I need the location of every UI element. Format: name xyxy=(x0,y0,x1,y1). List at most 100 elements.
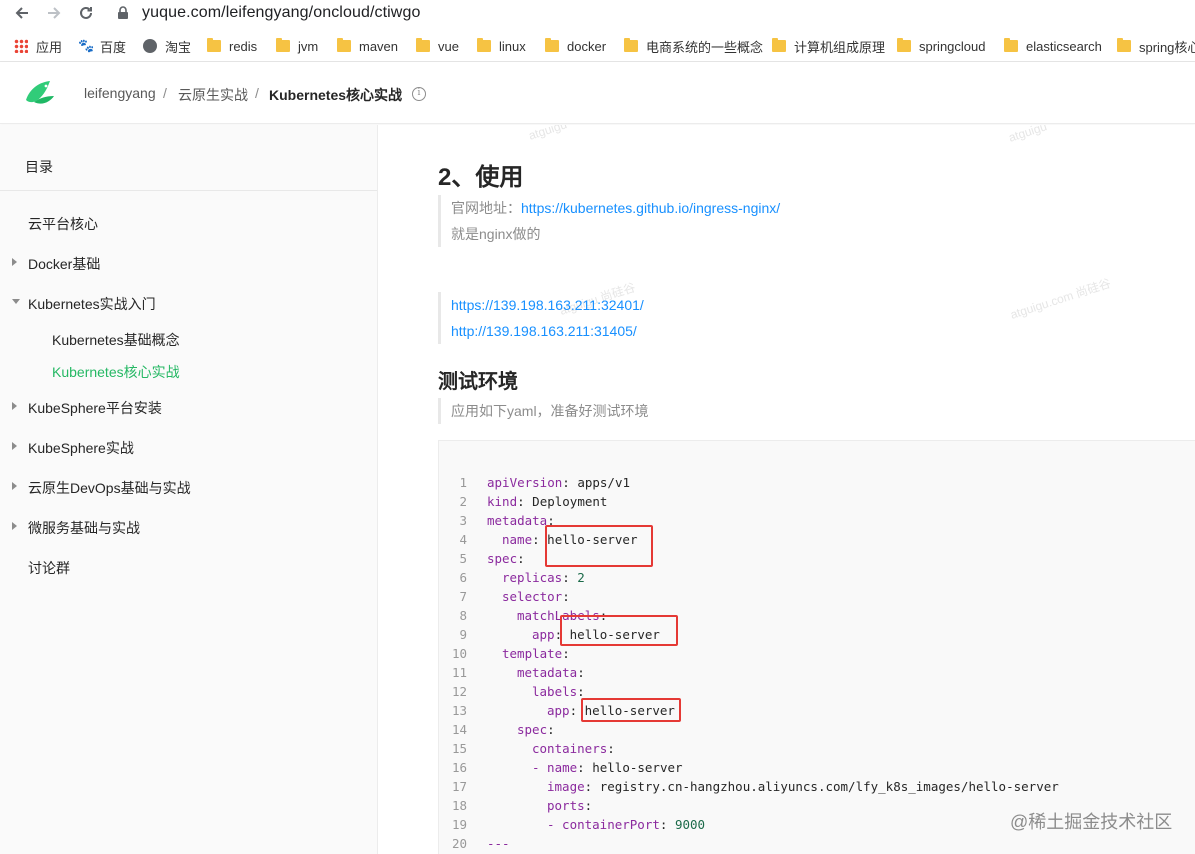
toc-item-kubesphere-install[interactable]: KubeSphere平台安装 xyxy=(28,398,162,418)
bookmark-elasticsearch[interactable]: elasticsearch xyxy=(1004,37,1102,55)
caret-right-icon[interactable] xyxy=(12,258,17,266)
code-line: 15 containers: xyxy=(439,739,1195,758)
bookmark-maven[interactable]: maven xyxy=(337,37,398,55)
caret-right-icon[interactable] xyxy=(12,482,17,490)
yaml-key: - containerPort xyxy=(547,817,660,832)
yaml-value: registry.cn-hangzhou.aliyuncs.com/lfy_k8… xyxy=(599,779,1059,794)
yaml-key: metadata xyxy=(517,665,578,680)
yaml-key: selector xyxy=(502,589,563,604)
yaml-key: labels xyxy=(532,684,578,699)
highlight-box xyxy=(560,615,678,646)
toc-title: 目录 xyxy=(25,159,53,175)
yaml-key: spec xyxy=(487,551,518,566)
https-link[interactable]: https://139.198.163.211:32401/ xyxy=(451,297,644,313)
toc-item-microservices[interactable]: 微服务基础与实战 xyxy=(28,518,140,538)
yaml-key: replicas xyxy=(502,570,563,585)
yaml-key: --- xyxy=(487,836,510,851)
footer-watermark: @稀土掘金技术社区 xyxy=(1010,812,1173,832)
toc-item-kubesphere-practice[interactable]: KubeSphere实战 xyxy=(28,438,134,458)
quote-prefix: 官网地址： xyxy=(451,200,521,216)
bookmark-apps[interactable]: 应用 xyxy=(14,37,62,55)
bookmark-redis[interactable]: redis xyxy=(207,37,257,55)
bookmark-linux[interactable]: linux xyxy=(477,37,526,55)
folder-icon xyxy=(1117,38,1131,52)
line-number: 3 xyxy=(459,513,467,528)
toc-item-devops[interactable]: 云原生DevOps基础与实战 xyxy=(28,478,191,498)
line-number: 10 xyxy=(451,646,467,661)
yaml-key: apiVersion xyxy=(487,475,563,490)
code-line: 6 replicas: 2 xyxy=(439,568,1195,587)
line-number: 11 xyxy=(451,665,467,680)
caret-down-icon[interactable] xyxy=(12,299,20,304)
folder-icon xyxy=(772,38,786,52)
caret-right-icon[interactable] xyxy=(12,402,17,410)
bookmark-ecommerce[interactable]: 电商系统的一些概念 xyxy=(624,37,763,55)
subheading: 测试环境 xyxy=(438,371,518,393)
code-text: image: registry.cn-hangzhou.aliyuncs.com… xyxy=(547,779,1059,794)
code-line: 20 --- xyxy=(439,834,1195,853)
line-number: 6 xyxy=(459,570,467,585)
toc-item-k8s-intro[interactable]: Kubernetes实战入门 xyxy=(28,294,156,314)
section-heading: 2、使用 xyxy=(438,164,524,191)
blockquote-links: https://139.198.163.211:32401/ http://13… xyxy=(438,292,644,344)
bookmark-baidu[interactable]: 🐾 百度 xyxy=(78,37,126,55)
bookmark-docker[interactable]: docker xyxy=(545,37,606,55)
code-line: 8 matchLabels: xyxy=(439,606,1195,625)
bookmark-computer-org[interactable]: 计算机组成原理 xyxy=(772,37,885,55)
yaml-key: metadata xyxy=(487,513,548,528)
baidu-paw-icon: 🐾 xyxy=(78,38,95,53)
bookmark-vue[interactable]: vue xyxy=(416,37,459,55)
bookmark-spring-core[interactable]: spring核心 xyxy=(1117,37,1195,55)
yaml-value: Deployment xyxy=(532,494,608,509)
code-text: selector: xyxy=(502,589,578,604)
line-number: 18 xyxy=(451,798,467,813)
app-header: leifengyang / 云原生实战 / Kubernetes核心实战 i xyxy=(0,62,1195,124)
forward-arrow-icon[interactable] xyxy=(44,3,64,23)
toc-item-docker[interactable]: Docker基础 xyxy=(28,254,100,274)
bookmark-taobao[interactable]: 淘宝 xyxy=(143,37,191,55)
caret-right-icon[interactable] xyxy=(12,442,17,450)
folder-icon xyxy=(416,38,430,52)
back-arrow-icon[interactable] xyxy=(12,3,32,23)
code-text: template: xyxy=(502,646,578,661)
code-line: 10 template: xyxy=(439,644,1195,663)
line-number: 15 xyxy=(451,741,467,756)
ingress-nginx-link[interactable]: https://kubernetes.github.io/ingress-ngi… xyxy=(521,200,780,216)
yuque-bird-logo-icon[interactable] xyxy=(24,78,56,113)
toc-item-k8s-core-active[interactable]: Kubernetes核心实战 xyxy=(52,362,180,382)
line-number: 19 xyxy=(451,817,467,832)
breadcrumb-book[interactable]: 云原生实战 xyxy=(178,85,248,105)
http-link[interactable]: http://139.198.163.211:31405/ xyxy=(451,323,637,339)
yaml-value: apps/v1 xyxy=(577,475,631,490)
code-line: 13 app: hello-server xyxy=(439,701,1195,720)
caret-right-icon[interactable] xyxy=(12,522,17,530)
yaml-value: hello-server xyxy=(592,760,683,775)
code-text: apiVersion: apps/v1 xyxy=(487,475,631,490)
bookmark-jvm[interactable]: jvm xyxy=(276,37,318,55)
watermark: atguigu.com 尚硅谷 xyxy=(1008,276,1113,322)
line-number: 5 xyxy=(459,551,467,566)
code-line: 16 - name: hello-server xyxy=(439,758,1195,777)
url-text[interactable]: yuque.com/leifengyang/oncloud/ctiwgo xyxy=(142,4,420,22)
apps-grid-icon xyxy=(14,39,28,53)
breadcrumb-separator: / xyxy=(163,85,167,101)
code-line: 11 metadata: xyxy=(439,663,1195,682)
code-line: 7 selector: xyxy=(439,587,1195,606)
breadcrumb-user[interactable]: leifengyang xyxy=(84,85,156,101)
reload-icon[interactable] xyxy=(76,3,96,23)
yaml-value: 2 xyxy=(577,570,585,585)
code-text: containers: xyxy=(532,741,623,756)
bookmark-springcloud[interactable]: springcloud xyxy=(897,37,986,55)
code-text: metadata: xyxy=(517,665,593,680)
toc-item-discussion[interactable]: 讨论群 xyxy=(28,558,70,578)
yaml-key: image xyxy=(547,779,585,794)
code-text: - name: hello-server xyxy=(532,760,683,775)
info-icon[interactable]: i xyxy=(412,87,426,101)
line-number: 8 xyxy=(459,608,467,623)
toc-item-cloud-core[interactable]: 云平台核心 xyxy=(28,214,98,234)
highlight-box xyxy=(581,698,681,722)
toc-item-k8s-concepts[interactable]: Kubernetes基础概念 xyxy=(52,330,180,350)
yaml-code-block[interactable]: 1 apiVersion: apps/v1 2 kind: Deployment 3 me… xyxy=(438,440,1195,854)
lock-icon xyxy=(117,6,129,25)
breadcrumb-doc: Kubernetes核心实战 xyxy=(269,87,403,103)
